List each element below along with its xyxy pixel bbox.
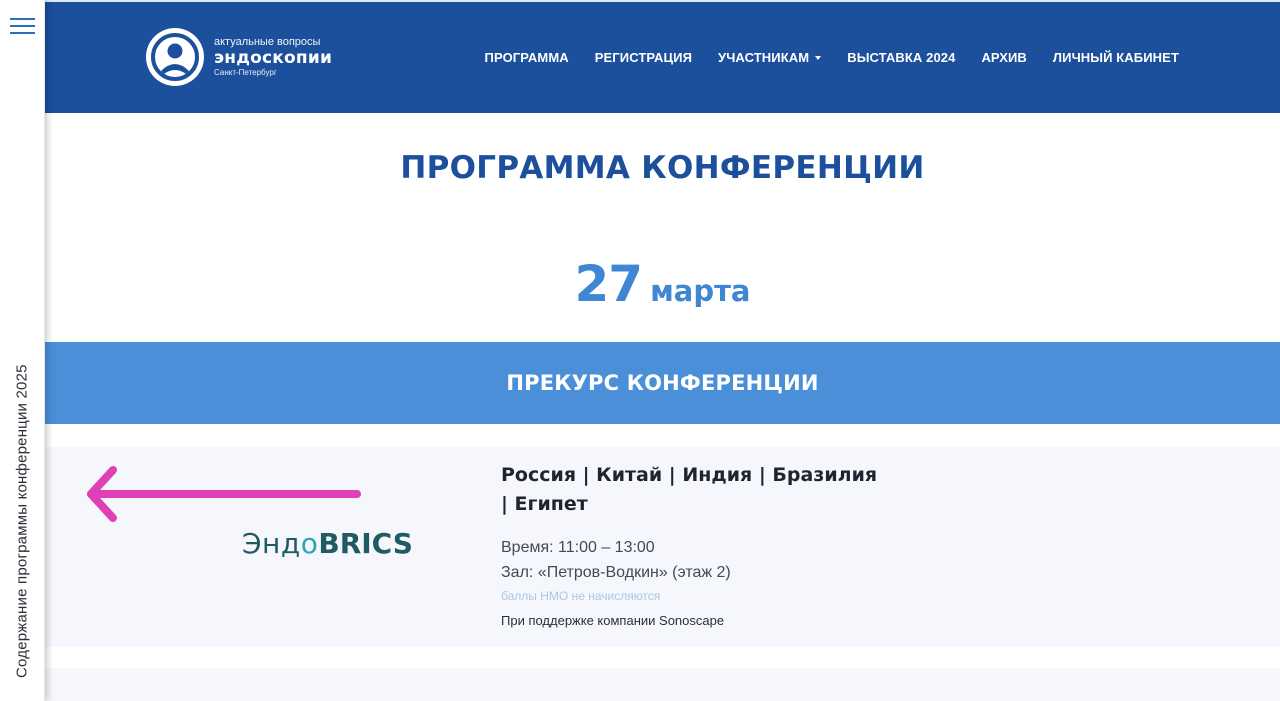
logo-text: актуальные вопросы эндоскопии Санкт-Пете… (214, 37, 332, 77)
site-header: актуальные вопросы эндоскопии Санкт-Пете… (45, 0, 1280, 113)
sidebar-vertical-label[interactable]: Содержание программы конференции 2025 (14, 364, 31, 678)
session-title: Россия | Китай | Индия | Бразилия | Егип… (501, 464, 878, 515)
nav-program[interactable]: ПРОГРАММА (485, 50, 569, 65)
session-time: Время: 11:00 – 13:00 (501, 539, 655, 556)
page-title: ПРОГРАММА КОНФЕРЕНЦИИ (400, 150, 925, 186)
nav-registration[interactable]: РЕГИСТРАЦИЯ (595, 50, 692, 65)
nav-participants[interactable]: УЧАСТНИКАМ (718, 50, 822, 65)
session-info: Россия | Китай | Индия | Бразилия | Егип… (501, 461, 881, 628)
logo-endo: Эндо (242, 527, 319, 560)
logo-main-text: эндоскопии (214, 48, 333, 68)
main-nav: ПРОГРАММА РЕГИСТРАЦИЯ УЧАСТНИКАМ ВЫСТАВК… (485, 50, 1179, 65)
section-band: ПРЕКУРС КОНФЕРЕНЦИИ (45, 342, 1280, 424)
logo-brics: BRICS (318, 527, 413, 560)
nav-personal-account[interactable]: ЛИЧНЫЙ КАБИНЕТ (1053, 50, 1179, 65)
program-contents-sidebar[interactable]: Содержание программы конференции 2025 (0, 0, 45, 701)
session-room: Зал: «Петров-Водкин» (этаж 2) (501, 564, 731, 581)
logo-top-text: актуальные вопросы (214, 36, 321, 48)
session-nmo-note: баллы НМО не начисляются (501, 589, 661, 603)
left-arrow-icon (87, 466, 361, 522)
date-day: 27 (574, 255, 643, 313)
section-title: ПРЕКУРС КОНФЕРЕНЦИИ (506, 371, 819, 395)
date-month: марта (650, 274, 751, 308)
endobrics-logo: ЭндоBRICS (242, 527, 413, 560)
logo-city-text: Санкт-Петербург (214, 68, 277, 77)
nav-exhibition[interactable]: ВЫСТАВКА 2024 (847, 50, 955, 65)
nav-archive[interactable]: АРХИВ (981, 50, 1026, 65)
hamburger-menu-icon[interactable] (10, 18, 35, 36)
site-logo[interactable]: актуальные вопросы эндоскопии Санкт-Пете… (146, 28, 332, 86)
next-session-card (45, 668, 1280, 701)
caret-down-icon (815, 55, 822, 60)
logo-o-accent: о (300, 527, 319, 560)
person-logo-icon (146, 28, 204, 86)
program-date: 27 марта (45, 255, 1280, 313)
session-sponsor: При поддержке компании Sonoscape (501, 613, 725, 628)
